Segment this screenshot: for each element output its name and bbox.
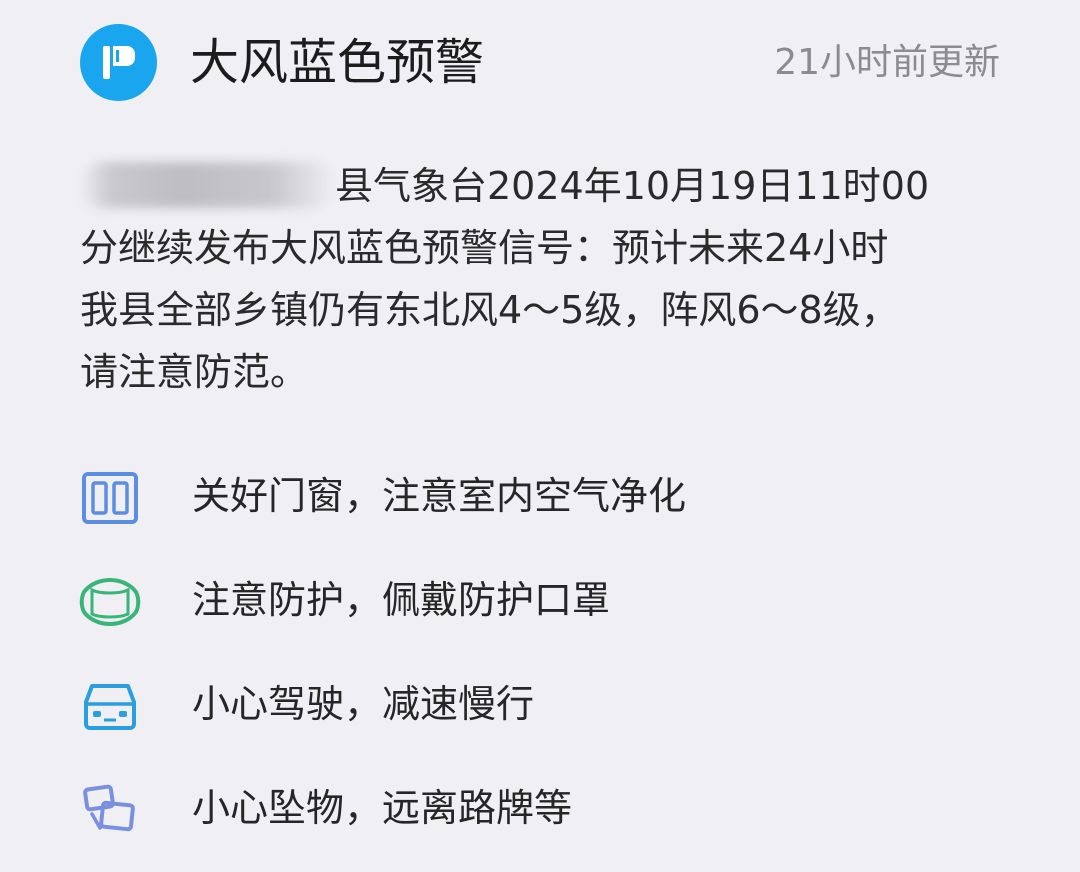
update-time: 21小时前更新 (774, 42, 1000, 83)
tip-label: 小心坠物，远离路牌等 (192, 786, 573, 830)
tip-label: 小心驾驶，减速慢行 (192, 682, 535, 726)
falling-objects-icon (78, 782, 142, 838)
tip-item-falling-objects: 小心坠物，远离路牌等 (0, 752, 1080, 856)
message-line-3: 我县全部乡镇仍有东北风4～5级，阵风6～8级， (80, 288, 899, 332)
tip-label: 注意防护，佩戴防护口罩 (192, 578, 611, 622)
tip-item-windows: 关好门窗，注意室内空气净化 (0, 440, 1080, 544)
tip-item-driving: 小心驾驶，减速慢行 (0, 648, 1080, 752)
tip-label: 关好门窗，注意室内空气净化 (192, 474, 687, 518)
message-line-4: 请注意防范。 (80, 350, 309, 394)
car-icon (78, 678, 142, 734)
mask-icon (78, 574, 142, 630)
warning-header: 大风蓝色预警 21小时前更新 (0, 0, 1080, 125)
redacted-county-name (80, 162, 335, 208)
message-line-1: 县气象台2024年10月19日11时00 (80, 155, 1010, 217)
window-icon (78, 470, 142, 526)
tip-item-mask: 注意防护，佩戴防护口罩 (0, 544, 1080, 648)
warning-flag-icon (80, 24, 157, 101)
message-line-2: 分继续发布大风蓝色预警信号：预计未来24小时 (80, 226, 889, 270)
warning-title: 大风蓝色预警 (190, 34, 485, 91)
warning-message: 县气象台2024年10月19日11时00 分继续发布大风蓝色预警信号：预计未来2… (80, 155, 1010, 403)
